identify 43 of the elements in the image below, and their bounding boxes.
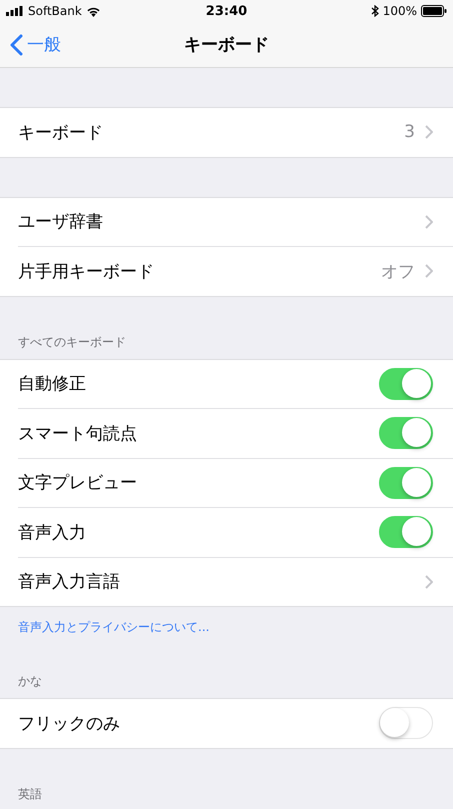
- settings-row[interactable]: フリックのみ: [0, 699, 453, 748]
- row-value: 3: [404, 122, 415, 142]
- chevron-icon: [425, 574, 433, 589]
- settings-row[interactable]: キーボード 3: [0, 108, 453, 156]
- settings-row[interactable]: 片手用キーボード オフ: [18, 246, 453, 296]
- chevron-icon: [425, 264, 433, 278]
- bluetooth-icon: [370, 5, 379, 17]
- section-header: かな: [18, 674, 42, 688]
- page-title: キーボード: [184, 34, 269, 56]
- section-header: 英語: [18, 786, 42, 800]
- section-header: すべてのキーボード: [18, 334, 126, 348]
- row-value: オフ: [381, 260, 415, 283]
- toggle-switch[interactable]: [379, 417, 433, 450]
- row-label: 片手用キーボード: [18, 260, 155, 283]
- row-label: 音声入力言語: [18, 571, 121, 594]
- settings-row[interactable]: ユーザ辞書: [0, 198, 453, 246]
- settings-row[interactable]: 自動修正: [0, 360, 453, 408]
- settings-row[interactable]: スマート句読点: [18, 408, 453, 458]
- privacy-link[interactable]: 音声入力とプライバシーについて...: [18, 620, 210, 634]
- row-label: スマート句読点: [18, 422, 138, 445]
- toggle-switch[interactable]: [379, 466, 433, 499]
- row-label: 音声入力: [18, 522, 87, 544]
- battery-icon: [421, 5, 447, 17]
- settings-row[interactable]: 音声入力: [18, 507, 453, 556]
- toggle-switch[interactable]: [379, 707, 433, 740]
- chevron-icon: [425, 214, 433, 229]
- toggle-switch[interactable]: [379, 368, 433, 400]
- status-time: 23:40: [206, 4, 248, 18]
- row-label: 文字プレビュー: [18, 472, 138, 494]
- signal-icon: [6, 6, 24, 16]
- row-label: フリックのみ: [18, 712, 121, 735]
- wifi-icon: [86, 6, 101, 16]
- battery-percent: 100%: [382, 4, 417, 18]
- settings-row[interactable]: 音声入力言語: [18, 556, 453, 606]
- back-button[interactable]: 一般: [0, 33, 61, 56]
- row-label: ユーザ辞書: [18, 211, 104, 234]
- chevron-icon: [425, 125, 433, 140]
- settings-row[interactable]: 文字プレビュー: [18, 458, 453, 507]
- back-chevron-icon: [10, 34, 23, 56]
- row-label: キーボード: [18, 122, 104, 144]
- toggle-switch[interactable]: [379, 516, 433, 548]
- row-label: 自動修正: [18, 373, 87, 396]
- carrier-name: SoftBank: [28, 4, 82, 18]
